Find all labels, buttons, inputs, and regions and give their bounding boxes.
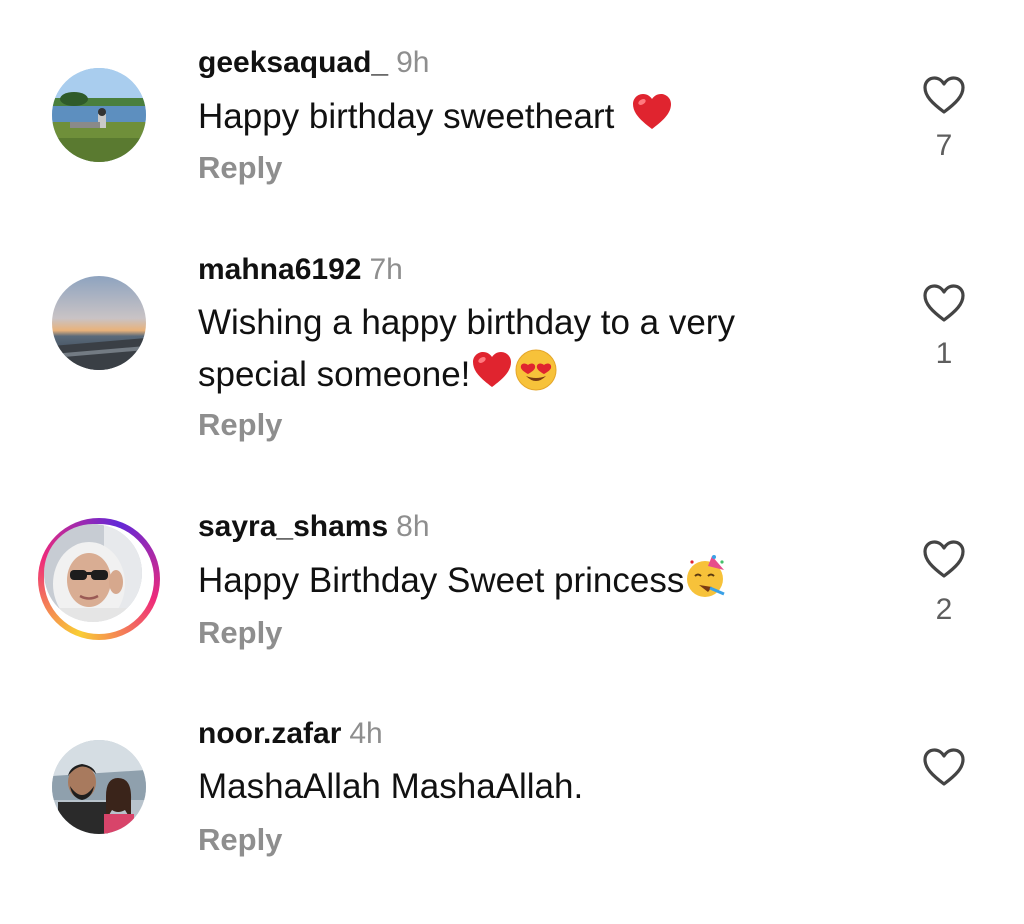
comment-text: Happy Birthday Sweet princess [198, 554, 838, 606]
username[interactable]: sayra_shams [198, 510, 388, 543]
heart-outline-icon[interactable] [922, 283, 966, 323]
comment-meta: noor.zafar 4h [198, 716, 383, 752]
like-control: 2 [916, 539, 972, 627]
avatar [44, 524, 142, 622]
username[interactable]: noor.zafar [198, 717, 341, 750]
comment-meta: sayra_shams 8h [198, 509, 430, 545]
comment-text-content: Happy Birthday Sweet princess [198, 561, 685, 600]
lake-landscape-photo [52, 68, 146, 162]
timestamp: 8h [396, 510, 430, 543]
comment-text: Wishing a happy birthday to a very speci… [198, 298, 838, 400]
comment-meta: mahna6192 7h [198, 252, 403, 288]
comment-text-content: Happy birthday sweetheart [198, 97, 615, 136]
comment-text-content: special someone! [198, 355, 471, 394]
woman-sunglasses-photo [44, 524, 142, 622]
couple-selfie-photo [52, 740, 146, 834]
sunset-beach-photo [52, 276, 146, 370]
username[interactable]: geeksaquad_ [198, 46, 388, 79]
heart-outline-icon[interactable] [922, 539, 966, 579]
reply-button[interactable]: Reply [198, 615, 282, 651]
like-count: 7 [935, 129, 953, 162]
heart-outline-icon[interactable] [922, 75, 966, 115]
like-count: 1 [935, 337, 953, 370]
heart-outline-icon[interactable] [922, 747, 966, 787]
timestamp: 7h [369, 253, 403, 286]
comment-text-line: Wishing a happy birthday to a very [198, 303, 735, 342]
comment-text-content: MashaAllah MashaAllah. [198, 767, 584, 806]
avatar-with-story-ring[interactable] [38, 518, 160, 640]
comment-text-line-2: special someone! [198, 348, 838, 400]
reply-button[interactable]: Reply [198, 150, 282, 186]
like-control: 7 [916, 75, 972, 163]
timestamp: 4h [349, 717, 383, 750]
heart-eyes-emoji-icon [514, 348, 558, 392]
avatar[interactable] [52, 276, 146, 370]
partying-face-emoji-icon [684, 554, 728, 598]
avatar[interactable] [52, 740, 146, 834]
reply-button[interactable]: Reply [198, 822, 282, 858]
red-heart-emoji-icon [630, 90, 674, 134]
comment-meta: geeksaquad_ 9h [198, 45, 429, 81]
comments-list: geeksaquad_ 9h Happy birthday sweetheart … [0, 0, 1024, 924]
comment-text: Happy birthday sweetheart [198, 90, 838, 142]
like-control [916, 747, 972, 801]
comment-text: MashaAllah MashaAllah. [198, 762, 838, 812]
reply-button[interactable]: Reply [198, 407, 282, 443]
red-heart-emoji-icon [470, 348, 514, 392]
username[interactable]: mahna6192 [198, 253, 361, 286]
timestamp: 9h [396, 46, 430, 79]
like-count: 2 [935, 593, 953, 626]
like-control: 1 [916, 283, 972, 371]
avatar[interactable] [52, 68, 146, 162]
